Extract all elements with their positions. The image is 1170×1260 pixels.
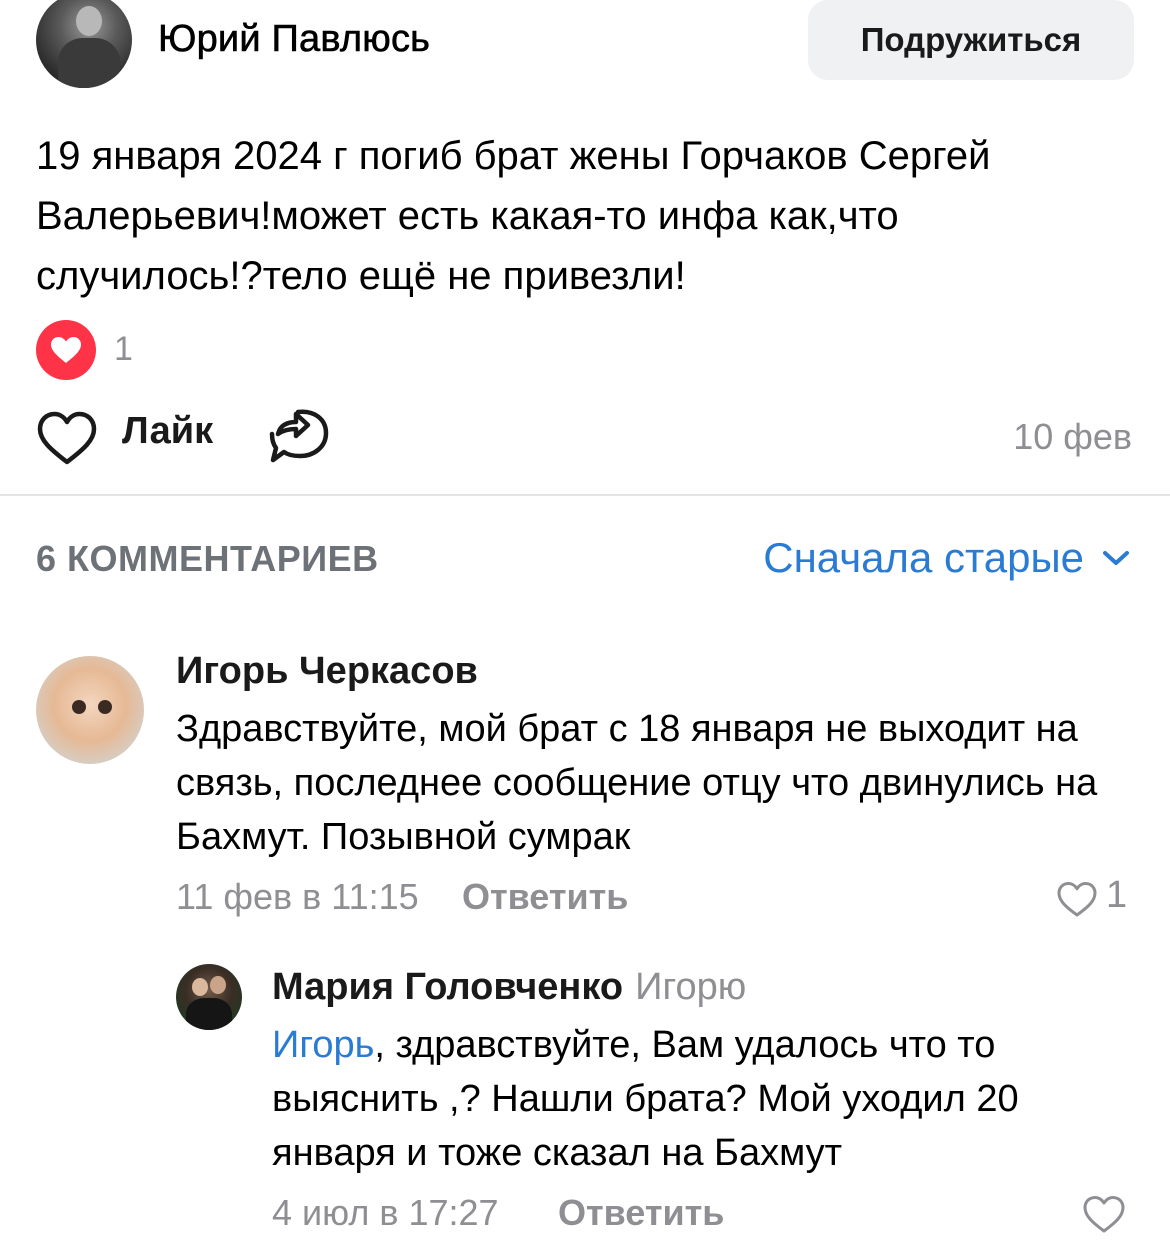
comment-author-name[interactable]: Мария Головченко <box>272 966 623 1008</box>
avatar-photo-detail <box>210 976 226 994</box>
heart-outline-icon[interactable] <box>36 410 98 466</box>
avatar-photo-detail <box>72 700 86 714</box>
avatar-photo-head <box>76 6 102 36</box>
comment-author-avatar[interactable] <box>36 656 144 764</box>
avatar-photo-detail <box>186 998 232 1030</box>
comment-author-name[interactable]: Игорь Черкасов <box>176 650 478 693</box>
like-button-label[interactable]: Лайк <box>122 410 213 453</box>
avatar-photo-body <box>58 38 120 88</box>
heart-reaction-icon[interactable] <box>36 320 96 380</box>
reply-button[interactable]: Ответить <box>462 876 628 918</box>
reply-button[interactable]: Ответить <box>558 1192 724 1234</box>
add-friend-button[interactable]: Подружиться <box>808 0 1134 80</box>
heart-outline-icon[interactable] <box>1056 880 1098 918</box>
post-text: 19 января 2024 г погиб брат жены Горчако… <box>36 134 991 298</box>
mention-link[interactable]: Игорь <box>272 1024 374 1066</box>
share-icon[interactable] <box>268 404 332 466</box>
avatar-photo-detail <box>98 700 112 714</box>
comment-likes-count[interactable]: 1 <box>1106 874 1127 917</box>
comment-header: Мария Головченко Игорю <box>272 966 746 1009</box>
post-date: 10 фев <box>1013 416 1132 457</box>
heart-icon <box>51 337 81 363</box>
reply-to-label[interactable]: Игорю <box>635 966 746 1008</box>
comment-author-avatar[interactable] <box>176 964 242 1030</box>
comment-text-body: , здравствуйте, Вам удалось что то выясн… <box>272 1024 1019 1174</box>
post-author-name[interactable]: Юрий Павлюсь <box>158 18 431 61</box>
divider <box>0 494 1170 496</box>
heart-outline-icon[interactable] <box>1082 1194 1126 1234</box>
sort-dropdown[interactable]: Сначала старые <box>763 534 1130 582</box>
comment-text: Здравствуйте, мой брат с 18 января не вы… <box>176 708 1098 858</box>
comments-count: 6 КОММЕНТАРИЕВ <box>36 538 379 579</box>
post-author-avatar[interactable] <box>36 0 132 88</box>
avatar-photo-detail <box>192 978 208 996</box>
sort-label[interactable]: Сначала старые <box>763 534 1084 582</box>
reactions-count[interactable]: 1 <box>114 330 133 369</box>
comment-text: Игорь, здравствуйте, Вам удалось что то … <box>272 1018 1142 1180</box>
comment-date: 4 июл в 17:27 <box>272 1192 499 1233</box>
chevron-down-icon[interactable] <box>1102 549 1130 567</box>
comment-date: 11 фев в 11:15 <box>176 876 419 917</box>
